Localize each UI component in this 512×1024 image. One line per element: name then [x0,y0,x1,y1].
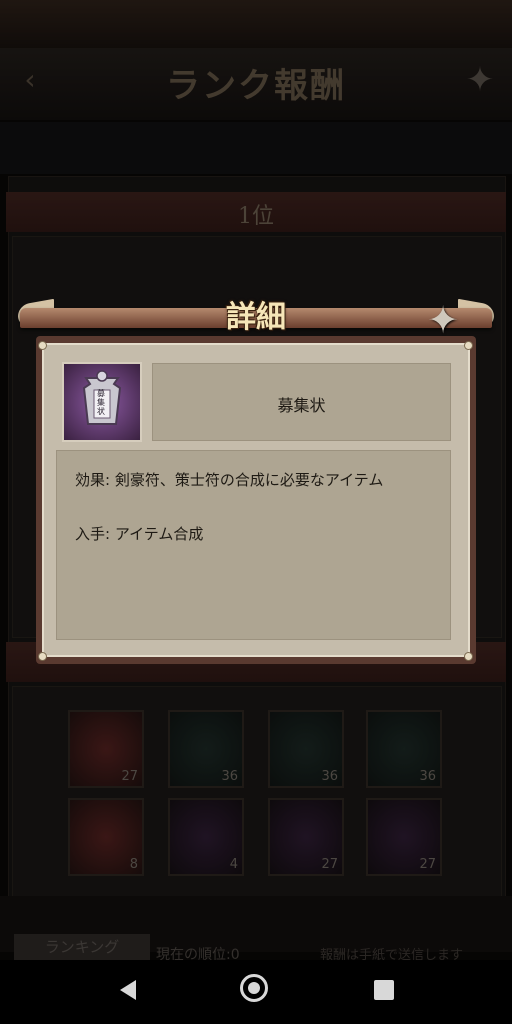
nav-back-icon[interactable] [116,978,140,1002]
item-source-text: 入手: アイテム合成 [75,525,204,543]
stud-icon [38,652,47,661]
dialog-title: 詳細 [226,300,286,335]
stud-icon [464,652,473,661]
recruitment-letter-icon: 募集状 [62,362,142,442]
nav-recent-apps-icon[interactable] [374,980,394,1000]
item-icon-glyph: 募集状 [97,389,105,416]
item-effect-text: 効果: 剣豪符、策士符の合成に必要なアイテム [75,471,384,489]
item-name: 募集状 [277,396,326,415]
shuriken-close-icon[interactable]: ✦ [418,298,468,342]
stud-icon [464,341,473,350]
nav-home-icon[interactable] [240,974,268,1002]
stud-icon [38,341,47,350]
